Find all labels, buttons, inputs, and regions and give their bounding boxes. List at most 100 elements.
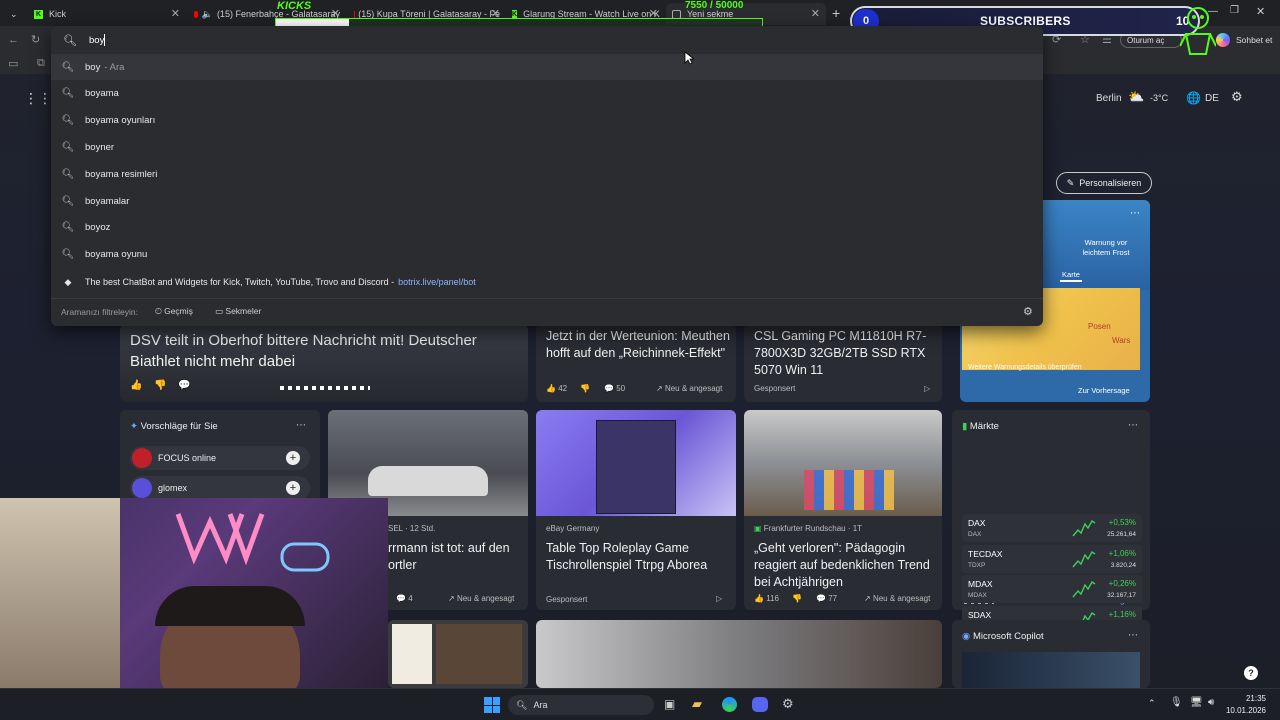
- like-count[interactable]: 👍 42: [546, 384, 567, 393]
- back-icon[interactable]: ←: [8, 34, 19, 46]
- copilot-image: [962, 652, 1140, 688]
- search-suggestion[interactable]: 🔍︎ boyama: [51, 81, 1043, 107]
- close-icon[interactable]: ✕: [811, 7, 820, 20]
- close-window-button[interactable]: ✕: [1256, 5, 1265, 18]
- comment-count[interactable]: 💬 4: [396, 594, 413, 603]
- market-row[interactable]: TECDAX TDXP +1,06% 3.820,24: [962, 544, 1142, 573]
- clock-time[interactable]: 21:35: [1230, 694, 1266, 703]
- ad-info-icon[interactable]: ▷: [716, 594, 722, 603]
- settings-gear-icon[interactable]: ⚙: [782, 696, 794, 712]
- source-name: FOCUS online: [158, 453, 217, 463]
- news-card-iran[interactable]: [536, 620, 942, 688]
- refresh-icon[interactable]: ↻: [31, 33, 40, 46]
- new-tab-button[interactable]: +: [832, 5, 840, 21]
- more-options-icon[interactable]: ⋯: [1130, 208, 1140, 219]
- search-suggestion[interactable]: 🔍︎ boyama oyunları: [51, 108, 1043, 134]
- weather-city[interactable]: Berlin: [1096, 93, 1122, 104]
- search-suggestion[interactable]: 🔍︎ boyner: [51, 134, 1043, 160]
- news-headline[interactable]: rrmann ist tot: auf den ortler: [388, 540, 524, 574]
- tab-kick[interactable]: K Kick ✕: [28, 3, 186, 25]
- frost-warning[interactable]: Warnung vor leichtem Frost: [1070, 238, 1142, 258]
- tab-actions-button[interactable]: ⌄: [4, 3, 20, 25]
- hero-headline[interactable]: DSV teilt in Oberhof bittere Nachricht m…: [130, 330, 520, 372]
- task-view-icon[interactable]: ▣: [664, 697, 675, 711]
- news-card-werteunion[interactable]: Jetzt in der Werteunion: Meuthen hofft a…: [536, 324, 736, 402]
- language-label[interactable]: DE: [1205, 93, 1219, 104]
- discord-icon[interactable]: [752, 697, 768, 712]
- suggest-focus-online[interactable]: FOCUS online +: [130, 446, 310, 470]
- search-box[interactable]: 🔍︎ boy: [51, 26, 1043, 54]
- network-icon[interactable]: 🖥︎: [1190, 697, 1203, 708]
- filter-history-button[interactable]: 🕘︎ Geçmiş: [155, 306, 193, 317]
- comment-icon: 💬: [396, 594, 409, 603]
- book-image: [392, 624, 432, 684]
- index-change: +0,53%: [1108, 518, 1136, 527]
- microphone-icon[interactable]: 🎙︎: [1170, 697, 1183, 708]
- carousel-dots[interactable]: [280, 386, 370, 390]
- volume-icon[interactable]: 🔊︎: [1208, 697, 1214, 708]
- chevron-up-icon[interactable]: ⌃: [1148, 698, 1156, 709]
- taskbar-search[interactable]: 🔍︎ Ara: [508, 695, 654, 715]
- comment-icon[interactable]: 💬: [178, 380, 190, 391]
- start-button[interactable]: [484, 697, 500, 713]
- filter-tabs-button[interactable]: ▭ Sekmeler: [215, 306, 261, 317]
- dislike-icon[interactable]: 👎: [580, 384, 590, 393]
- promo-suggestion[interactable]: ◆ The best ChatBot and Widgets for Kick,…: [51, 269, 1043, 295]
- copilot-icon[interactable]: [1216, 33, 1230, 47]
- market-row[interactable]: MDAX MDAX +0,26% 32.167,17: [962, 575, 1142, 603]
- follow-button[interactable]: +: [286, 481, 300, 495]
- news-headline[interactable]: Jetzt in der Werteunion: Meuthen hofft a…: [546, 328, 732, 362]
- dislike-icon[interactable]: 👎: [792, 594, 802, 603]
- personalize-button[interactable]: ✎ Personalisieren: [1056, 172, 1152, 194]
- search-input[interactable]: boy: [89, 35, 104, 46]
- search-suggestion[interactable]: 🔍︎ boy - Ara: [51, 54, 1043, 80]
- follow-button[interactable]: +: [286, 451, 300, 465]
- ad-card-aborea[interactable]: eBay Germany Table Top Roleplay Game Tis…: [536, 410, 736, 610]
- help-icon[interactable]: ?: [1244, 666, 1258, 680]
- comment-count[interactable]: 💬 77: [816, 594, 837, 603]
- market-row[interactable]: DAX DAX +0,53% 25.261,64: [962, 514, 1142, 542]
- ad-headline[interactable]: Table Top Roleplay Game Tischrollenspiel…: [546, 540, 732, 574]
- forecast-link[interactable]: Zur Vorhersage: [1078, 386, 1130, 395]
- search-suggestion[interactable]: 🔍︎ boyoz: [51, 215, 1043, 241]
- suggest-glomex[interactable]: glomex +: [130, 476, 310, 500]
- chat-button[interactable]: Sohbet et: [1236, 35, 1272, 45]
- warning-details-link[interactable]: Weitere Warnungsdetails überprüfen: [968, 364, 1082, 371]
- search-suggestion[interactable]: 🔍︎ boyamalar: [51, 188, 1043, 214]
- close-icon[interactable]: ✕: [171, 7, 180, 20]
- tabs-icon[interactable]: ⧉: [37, 57, 45, 70]
- markets-title: ▮ Märkte: [962, 421, 999, 432]
- clock-date[interactable]: 10.01.2026: [1220, 706, 1266, 715]
- more-options-icon[interactable]: ⋯: [296, 420, 306, 431]
- promo-link[interactable]: botrix.live/panel/bot: [398, 277, 476, 287]
- source-name: glomex: [158, 483, 188, 493]
- hero-news-card[interactable]: DSV teilt in Oberhof bittere Nachricht m…: [120, 324, 528, 402]
- settings-gear-icon[interactable]: ⚙: [1023, 305, 1033, 318]
- ad-source: eBay Germany: [546, 524, 600, 533]
- comment-count[interactable]: 💬 50: [604, 384, 625, 393]
- ad-info-icon[interactable]: ▷: [924, 384, 930, 393]
- news-source: ▣ Frankfurter Rundschau · 1T: [754, 524, 862, 533]
- search-suggestion[interactable]: 🔍︎ boyama resimleri: [51, 161, 1043, 187]
- index-value: 32.167,17: [1107, 592, 1136, 599]
- more-options-icon[interactable]: ⋯: [1128, 420, 1138, 431]
- more-options-icon[interactable]: ⋯: [1128, 630, 1138, 641]
- edge-icon[interactable]: [722, 697, 737, 712]
- ad-card-gaming-pc[interactable]: CSL Gaming PC M11810H R7-7800X3D 32GB/2T…: [744, 324, 942, 402]
- globe-icon[interactable]: 🌐: [1186, 91, 1201, 105]
- workspaces-icon[interactable]: ▭: [8, 57, 18, 70]
- like-count[interactable]: 👍 116: [754, 594, 779, 603]
- news-headline[interactable]: „Geht verloren": Pädagogin reagiert auf …: [754, 540, 938, 591]
- file-explorer-icon[interactable]: ▰: [692, 696, 702, 712]
- search-suggestion[interactable]: 🔍︎ boyama oyunu: [51, 242, 1043, 268]
- maximize-button[interactable]: ❐: [1230, 5, 1239, 16]
- map-tab[interactable]: Karte: [1060, 270, 1082, 282]
- dislike-icon[interactable]: 👎: [154, 380, 166, 391]
- news-card-frankfurter[interactable]: ▣ Frankfurter Rundschau · 1T „Geht verlo…: [744, 410, 942, 610]
- speaker-icon[interactable]: 🔈: [202, 9, 213, 20]
- neon-gamepad-icon: [280, 542, 330, 572]
- settings-gear-icon[interactable]: ⚙: [1231, 89, 1243, 105]
- ad-headline[interactable]: CSL Gaming PC M11810H R7-7800X3D 32GB/2T…: [754, 328, 938, 379]
- like-icon[interactable]: 👍: [130, 380, 142, 391]
- news-card-book[interactable]: [388, 620, 528, 688]
